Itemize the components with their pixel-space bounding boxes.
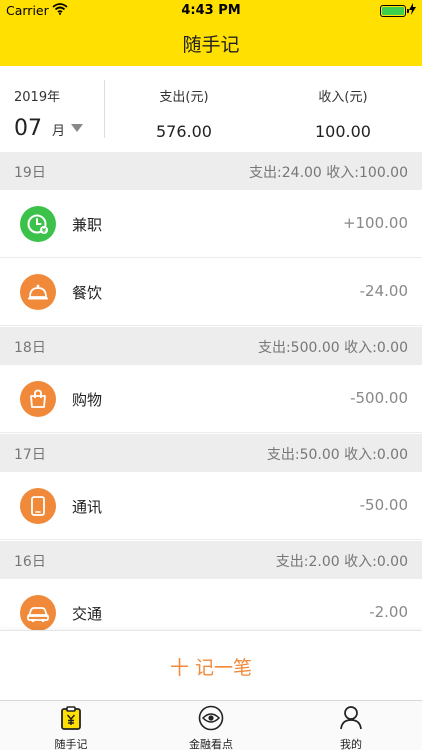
header: Carrier 4:43 PM 随手记	[0, 0, 422, 66]
item-label: 交通	[72, 605, 103, 623]
income-summary: 收入(元) 100.00	[273, 86, 413, 141]
day-totals: 支出:500.00 收入:0.00	[257, 340, 408, 356]
transaction-item[interactable]: 通讯 -50.00	[0, 472, 422, 540]
item-amount: -24.00	[359, 282, 408, 300]
shopping-bag-icon	[20, 381, 56, 417]
transaction-item[interactable]: 购物 -500.00	[0, 365, 422, 433]
person-icon	[339, 706, 363, 735]
item-amount: -500.00	[350, 389, 408, 407]
eye-icon	[198, 705, 224, 735]
expense-summary: 支出(元) 576.00	[114, 86, 254, 141]
add-record-button[interactable]: 十 记一笔	[0, 653, 422, 680]
item-amount: -50.00	[359, 496, 408, 514]
transaction-item[interactable]: 餐饮 -24.00	[0, 258, 422, 326]
income-label: 收入(元)	[318, 90, 368, 105]
day-header: 17日 支出:50.00 收入:0.00	[0, 434, 422, 472]
phone-icon	[20, 488, 56, 524]
day-header: 16日 支出:2.00 收入:0.00	[0, 541, 422, 579]
tab-jizhang[interactable]: 随手记	[21, 705, 121, 750]
expense-label: 支出(元)	[159, 90, 209, 105]
divider	[104, 80, 105, 138]
charging-icon	[409, 3, 416, 18]
day-date: 17日	[14, 447, 46, 463]
month-summary: 2019年 07 月 支出(元) 576.00 收入(元) 100.00	[0, 66, 422, 152]
clock-icon: ¥	[20, 206, 56, 242]
page-title: 随手记	[182, 34, 240, 56]
item-label: 购物	[72, 391, 103, 409]
dropdown-caret-icon[interactable]	[71, 124, 84, 132]
day-totals: 支出:50.00 收入:0.00	[266, 447, 408, 463]
tab-finance[interactable]: 金融看点	[161, 705, 261, 750]
status-bar: Carrier 4:43 PM	[0, 0, 422, 22]
car-icon	[20, 595, 56, 631]
tab-bar: 随手记 金融看点 我的	[0, 700, 422, 750]
tab-label: 随手记	[54, 738, 88, 750]
month-unit: 月	[52, 124, 66, 139]
item-amount: +100.00	[342, 214, 408, 232]
day-date: 16日	[14, 554, 46, 570]
year-label[interactable]: 2019年	[14, 86, 60, 105]
day-totals: 支出:24.00 收入:100.00	[249, 165, 408, 181]
add-record-bar[interactable]: 十 记一笔	[0, 630, 422, 700]
day-header: 19日 支出:24.00 收入:100.00	[0, 152, 422, 190]
day-header: 18日 支出:500.00 收入:0.00	[0, 327, 422, 365]
clipboard-yen-icon	[59, 706, 83, 735]
day-date: 19日	[14, 165, 46, 181]
tab-label: 我的	[340, 738, 362, 750]
transaction-item[interactable]: ¥ 兼职 +100.00	[0, 190, 422, 258]
month-value[interactable]: 07	[14, 116, 42, 141]
item-label: 餐饮	[72, 284, 103, 302]
battery-icon	[380, 5, 409, 17]
dining-icon	[20, 274, 56, 310]
status-time: 4:43 PM	[181, 3, 241, 18]
tab-profile[interactable]: 我的	[301, 705, 401, 750]
item-label: 兼职	[72, 216, 103, 234]
month-picker[interactable]: 07 月	[14, 116, 84, 141]
tab-label: 金融看点	[189, 738, 233, 750]
item-amount: -2.00	[369, 603, 408, 621]
expense-value: 576.00	[156, 122, 212, 141]
item-label: 通讯	[72, 498, 103, 516]
day-date: 18日	[14, 340, 46, 356]
day-totals: 支出:2.00 收入:0.00	[275, 554, 408, 570]
income-value: 100.00	[315, 122, 371, 141]
